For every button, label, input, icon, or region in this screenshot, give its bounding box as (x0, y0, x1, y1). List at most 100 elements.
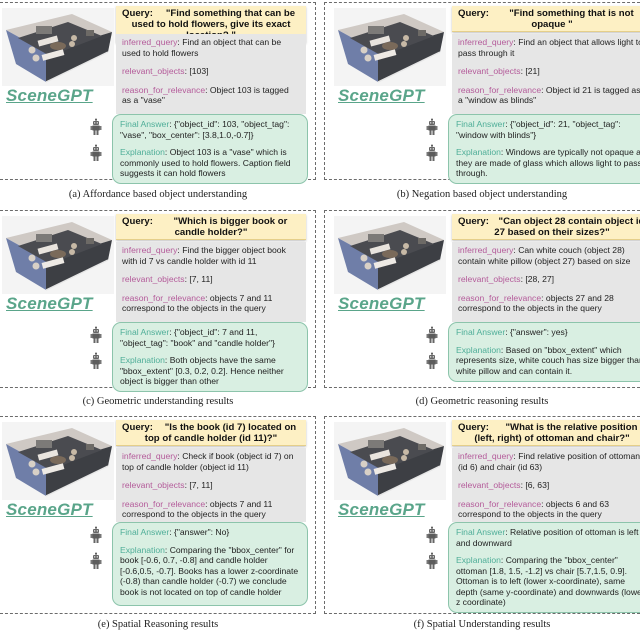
answer-box: Final Answer: {"object_id": 7 and 11, "o… (112, 322, 308, 392)
room-thumbnail (334, 216, 446, 294)
scenegpt-logo: SceneGPT (6, 86, 93, 105)
final-answer: Final Answer: Relative position of ottom… (456, 527, 640, 548)
explanation: Explanation: Comparing the "bbox_center"… (456, 555, 640, 608)
inferred-query: inferred_query: Find the bigger object b… (122, 245, 300, 266)
query-label: Query: (122, 8, 153, 19)
relevant-objects: relevant_objects: [6, 63] (458, 480, 640, 491)
reason-for-relevance: reason_for_relevance: Object 103 is tagg… (122, 85, 300, 106)
robot-icon (426, 326, 438, 344)
inferred-query-key: inferred_query (122, 37, 178, 47)
scenegpt-logo: SceneGPT (6, 500, 93, 519)
reason-for-relevance: reason_for_relevance: Object id 21 is ta… (458, 85, 640, 106)
room-scene-image (334, 216, 446, 294)
reason-for-relevance-key: reason_for_relevance (458, 498, 542, 509)
inferred-query: inferred_query: Find an object that allo… (458, 37, 640, 58)
room-thumbnail (334, 8, 446, 86)
subfigure-caption: (b) Negation based object understanding (396, 189, 568, 200)
answer-box: Final Answer: {"answer": yes} Explanatio… (448, 322, 640, 382)
relevant-objects: relevant_objects: [103] (122, 66, 300, 77)
explanation-key: Explanation (120, 147, 165, 157)
subfigure-caption: (f) Spatial Understanding results (413, 619, 551, 630)
inferred-query-key: inferred_query (458, 37, 514, 47)
final-answer-key: Final Answer (120, 527, 170, 537)
inferred-query: inferred_query: Can white couch (object … (458, 245, 640, 266)
final-answer: Final Answer: {"object_id": 21, "object_… (456, 119, 640, 140)
answer-box: Final Answer: {"object_id": 103, "object… (112, 114, 308, 184)
reasoning-box: inferred_query: Find the bigger object b… (116, 242, 306, 322)
inferred-query-key: inferred_query (458, 245, 514, 255)
explanation-key: Explanation (456, 555, 501, 565)
final-answer: Final Answer: {"answer": No} (120, 527, 300, 538)
inferred-query: inferred_query: Find an object that can … (122, 37, 300, 58)
inferred-query-key: inferred_query (122, 451, 178, 461)
explanation-key: Explanation (456, 147, 501, 157)
query-label: Query: (122, 216, 153, 227)
robot-icon (90, 552, 102, 570)
subfigure-caption: (c) Geometric understanding results (82, 396, 234, 407)
subfigure-caption: (d) Geometric reasoning results (415, 396, 549, 407)
relevant-objects-key: relevant_objects (122, 66, 185, 76)
inferred-query: inferred_query: Find relative position o… (458, 451, 640, 472)
answer-box: Final Answer: Relative position of ottom… (448, 522, 640, 613)
room-scene-image (2, 216, 114, 294)
final-answer-value: : {"answer": No} (169, 527, 230, 537)
final-answer: Final Answer: {"object_id": 7 and 11, "o… (120, 327, 300, 348)
reasoning-box: inferred_query: Can white couch (object … (452, 242, 640, 322)
reason-for-relevance-key: reason_for_relevance (122, 498, 206, 509)
query-box: Query: "Find something that is not opaqu… (452, 6, 640, 32)
relevant-objects-value: : [7, 11] (184, 274, 213, 284)
robot-icon (426, 118, 438, 136)
reason-for-relevance: reason_for_relevance: objects 7 and 11 c… (122, 293, 300, 314)
relevant-objects: relevant_objects: [7, 11] (122, 274, 300, 285)
explanation-key: Explanation (456, 344, 501, 355)
final-answer: Final Answer: {"answer": yes} (456, 327, 640, 338)
reason-for-relevance-key: reason_for_relevance (122, 84, 206, 95)
reasoning-box: inferred_query: Check if book (object id… (116, 448, 306, 522)
relevant-objects-value: : [6, 63] (520, 480, 550, 490)
room-thumbnail (2, 216, 114, 294)
reason-for-relevance-key: reason_for_relevance (458, 84, 542, 95)
query-label: Query: (122, 422, 153, 433)
inferred-query: inferred_query: Check if book (object id… (122, 451, 300, 472)
answer-box: Final Answer: {"object_id": 21, "object_… (448, 114, 640, 184)
scenegpt-logo: SceneGPT (338, 500, 425, 519)
robot-icon (426, 144, 438, 162)
robot-icon (426, 352, 438, 370)
relevant-objects-key: relevant_objects (122, 274, 185, 284)
final-answer-key: Final Answer (456, 327, 506, 337)
robot-icon (90, 144, 102, 162)
query-box: Query: "Which is bigger book or candle h… (116, 214, 306, 240)
final-answer: Final Answer: {"object_id": 103, "object… (120, 119, 300, 140)
robot-icon (90, 118, 102, 136)
scenegpt-logo: SceneGPT (338, 294, 425, 313)
reason-for-relevance: reason_for_relevance: objects 6 and 63 c… (458, 499, 640, 520)
reasoning-box: inferred_query: Find relative position o… (452, 448, 640, 522)
room-scene-image (2, 8, 114, 86)
relevant-objects-key: relevant_objects (458, 480, 521, 490)
scenegpt-logo: SceneGPT (6, 294, 93, 313)
query-box: Query: "What is the relative position (l… (452, 420, 640, 446)
robot-icon (426, 552, 438, 570)
final-answer-value: : {"answer": yes} (505, 327, 568, 337)
robot-icon (90, 352, 102, 370)
subfigure-caption: (e) Spatial Reasoning results (97, 619, 219, 630)
room-thumbnail (334, 422, 446, 500)
robot-icon (90, 326, 102, 344)
final-answer-key: Final Answer (456, 119, 506, 129)
relevant-objects-key: relevant_objects (458, 274, 521, 284)
query-label: Query: (458, 216, 489, 227)
explanation-key: Explanation (120, 355, 165, 365)
explanation: Explanation: Comparing the "bbox_center"… (120, 545, 300, 598)
explanation: Explanation: Object 103 is a "vase" whic… (120, 147, 300, 179)
robot-icon (426, 526, 438, 544)
subfigure-caption: (a) Affordance based object understandin… (68, 189, 248, 200)
relevant-objects: relevant_objects: [28, 27] (458, 274, 640, 285)
query-label: Query: (458, 8, 489, 19)
relevant-objects-value: : [103] (184, 66, 209, 76)
reasoning-box: inferred_query: Find an object that allo… (452, 34, 640, 114)
explanation: Explanation: Based on "bbox_extent" whic… (456, 345, 640, 377)
inferred-query-key: inferred_query (122, 245, 178, 255)
relevant-objects-key: relevant_objects (122, 480, 185, 490)
room-thumbnail (2, 8, 114, 86)
reason-for-relevance-key: reason_for_relevance (458, 292, 542, 303)
